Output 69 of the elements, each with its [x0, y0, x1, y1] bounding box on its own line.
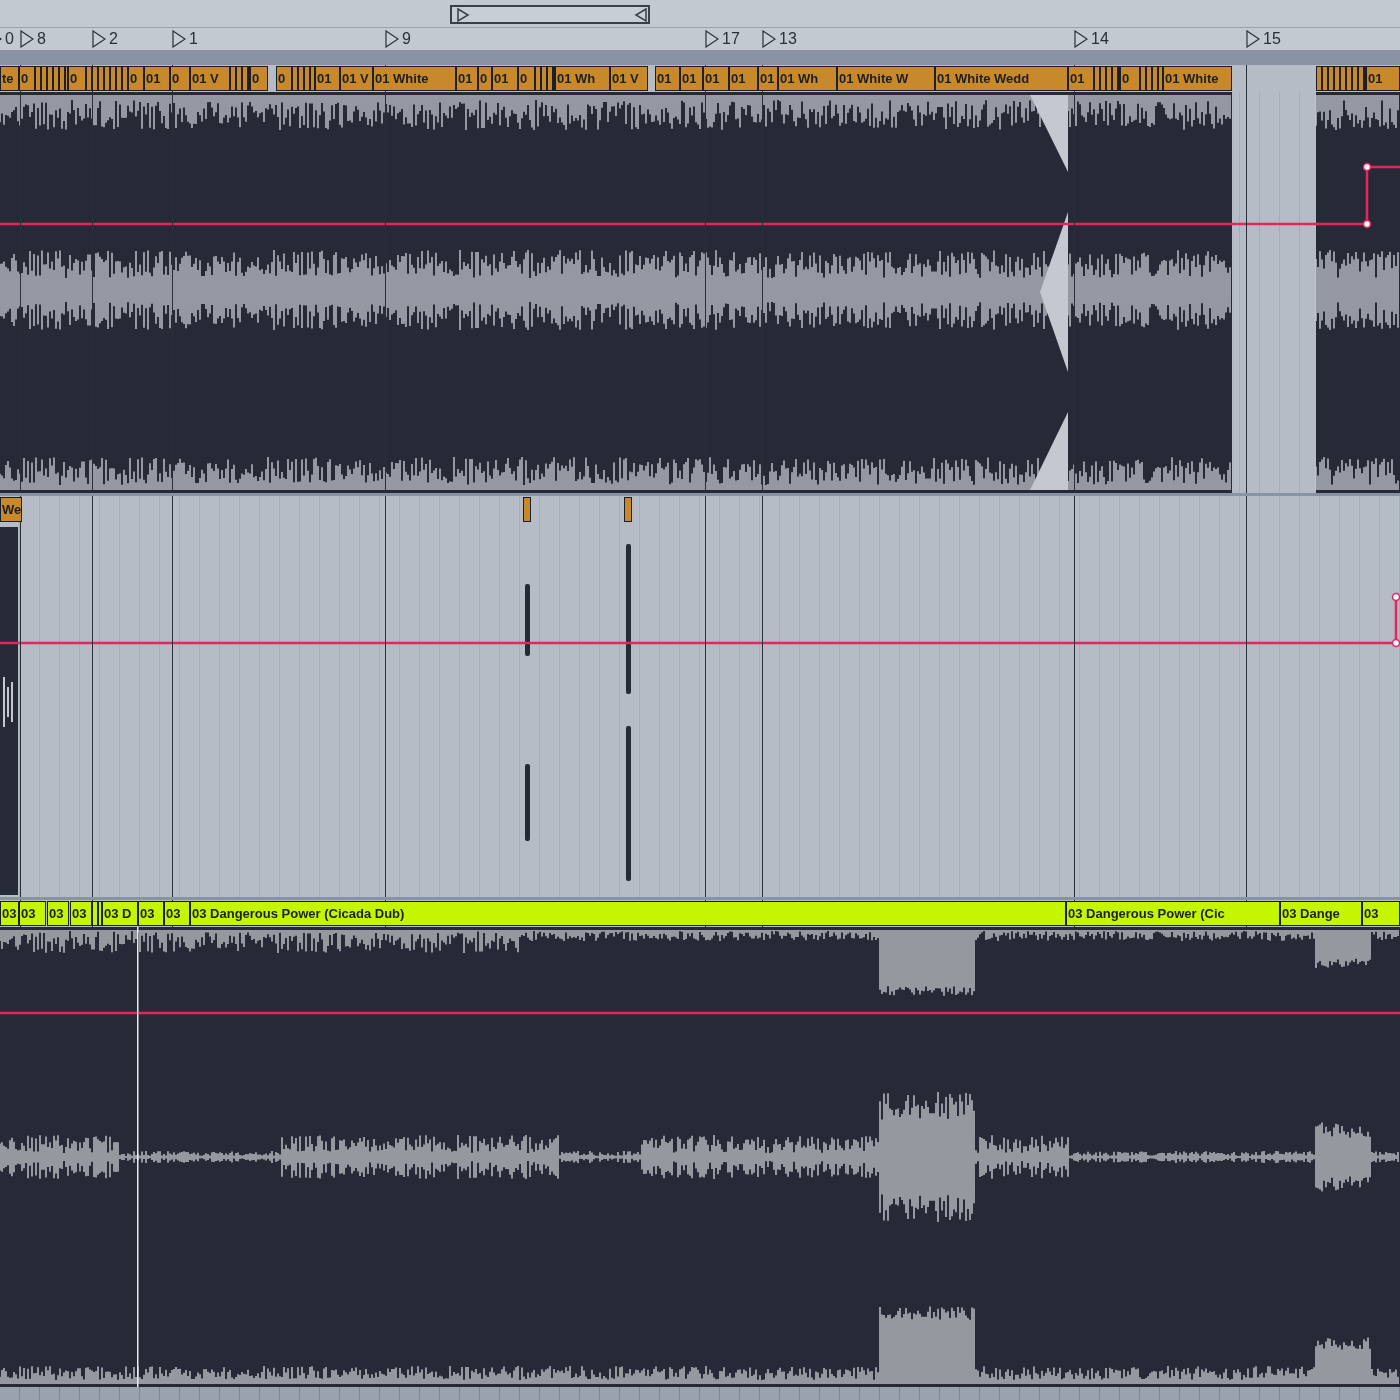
clip-header[interactable]: 01 V — [610, 66, 648, 91]
clip-header[interactable]: 03 Dangerous Power (Cic — [1066, 901, 1280, 926]
locator-flag-icon[interactable] — [385, 30, 399, 48]
locator-label: 17 — [722, 30, 740, 48]
locator-flag-icon[interactable] — [762, 30, 776, 48]
clip-header[interactable]: 03 — [47, 901, 69, 926]
clip-header[interactable]: 03 Dangerous Power (Cicada Dub) — [190, 901, 1066, 926]
clip-header[interactable]: 01 White W — [837, 66, 935, 91]
audio-clip-drawing[interactable] — [0, 92, 1232, 493]
clip-header[interactable]: 01 V — [190, 66, 230, 91]
locator-flag-icon[interactable] — [1246, 30, 1260, 48]
clip-header[interactable]: 03 — [0, 901, 19, 926]
clip-header[interactable]: 03 — [138, 901, 164, 926]
clip-header[interactable]: 01 — [1068, 66, 1094, 91]
locator-flag-icon[interactable] — [92, 30, 106, 48]
clip-header[interactable]: 0 — [276, 66, 292, 91]
clip-header[interactable]: 01 — [703, 66, 729, 91]
clip-header[interactable]: 01 White Wedd — [935, 66, 1068, 91]
clip-header[interactable]: 01 Wh — [555, 66, 610, 91]
clip-header[interactable]: 0 — [68, 66, 86, 91]
clip-header[interactable]: 01 Wh — [778, 66, 837, 91]
clip-header[interactable]: 01 — [456, 66, 478, 91]
clip-header[interactable]: 01 — [655, 66, 680, 91]
clip-header[interactable]: 03 — [1362, 901, 1400, 926]
handle-arrow-icon — [456, 7, 470, 23]
clip-header[interactable]: 0 — [250, 66, 268, 91]
clip-header[interactable]: 03 — [70, 901, 92, 926]
audio-clip-drawing[interactable] — [1315, 92, 1400, 493]
locator-label: 15 — [1263, 30, 1281, 48]
locator-flag-icon[interactable] — [20, 30, 34, 48]
clip-header[interactable]: 03 Dange — [1280, 901, 1362, 926]
locator-flag-icon[interactable] — [172, 30, 186, 48]
handle-arrow-icon — [634, 7, 648, 23]
locator-label: 1 — [189, 30, 198, 48]
clip-header[interactable]: 03 — [164, 901, 190, 926]
clip-header[interactable]: 01 — [680, 66, 703, 91]
locator-label: 2 — [109, 30, 118, 48]
automation-envelope[interactable] — [0, 162, 1400, 229]
locator-flag-icon[interactable] — [1074, 30, 1088, 48]
clip-header[interactable]: 01 — [1366, 66, 1400, 91]
clip-header[interactable]: te — [0, 66, 19, 91]
clip-header[interactable]: 01 — [492, 66, 518, 91]
locator-label: 13 — [779, 30, 797, 48]
clip-header[interactable]: 01 — [729, 66, 758, 91]
clip-header[interactable]: 0 — [128, 66, 144, 91]
clip-header[interactable] — [523, 497, 531, 522]
clip-header[interactable] — [624, 497, 632, 522]
automation-envelope[interactable] — [0, 592, 1400, 648]
clip-header[interactable]: 0 — [170, 66, 190, 91]
clip-header[interactable]: 01 V — [340, 66, 373, 91]
clip-header[interactable]: 03 D — [102, 901, 138, 926]
clip-header[interactable]: 0 — [1120, 66, 1140, 91]
locator-label: 0 — [5, 30, 14, 48]
locator-flag-icon[interactable] — [705, 30, 719, 48]
clip-header[interactable]: 0 — [518, 66, 535, 91]
clip-header[interactable]: 0 — [19, 66, 35, 91]
clip-header[interactable]: We — [0, 497, 22, 522]
locator-label: 9 — [402, 30, 411, 48]
clip-header[interactable]: 03 — [19, 901, 46, 926]
clip-header[interactable]: 01 White — [373, 66, 456, 91]
locator-label: 8 — [37, 30, 46, 48]
clip-header[interactable]: 01 — [144, 66, 170, 91]
clip-header[interactable]: 01 — [315, 66, 340, 91]
clip-header[interactable]: 0 — [478, 66, 492, 91]
locator-label: 14 — [1091, 30, 1109, 48]
scroll-handle[interactable] — [450, 5, 650, 24]
audio-clip-drawing[interactable] — [0, 927, 1400, 1387]
clip-header[interactable]: 01 White — [1163, 66, 1232, 91]
clip-header[interactable]: 01 — [758, 66, 778, 91]
